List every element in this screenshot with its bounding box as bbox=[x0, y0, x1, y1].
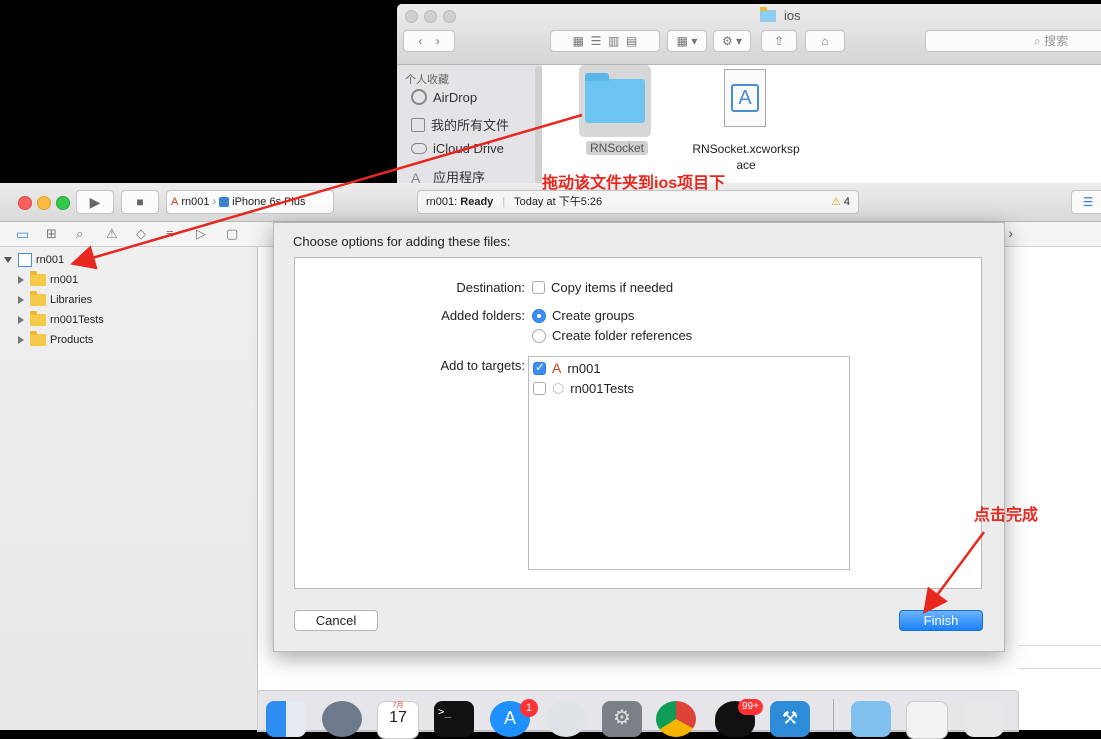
chrome-dock-icon[interactable] bbox=[656, 701, 696, 737]
app-store-badge: 1 bbox=[520, 699, 538, 717]
finish-hint-annotation: 点击完成 bbox=[974, 507, 1039, 524]
finish-arrow bbox=[923, 531, 986, 615]
downloads-folder-dock-icon[interactable] bbox=[851, 701, 891, 737]
finder-dock-icon[interactable] bbox=[266, 701, 306, 737]
documents-stack-dock-icon[interactable] bbox=[906, 701, 948, 739]
trash-dock-icon[interactable] bbox=[964, 701, 1004, 737]
calendar-day: 17 bbox=[389, 709, 407, 726]
annotation-arrows bbox=[70, 113, 986, 615]
launchpad-dock-icon[interactable] bbox=[322, 701, 362, 737]
xcode-dock-icon[interactable]: ⚒ bbox=[770, 701, 810, 737]
drag-arrow bbox=[70, 113, 583, 270]
system-preferences-dock-icon[interactable]: ⚙ bbox=[602, 701, 642, 737]
qq-badge: 99+ bbox=[738, 699, 763, 715]
dock: 7月 17 >_ A 1 ⚙ 99+ ⚒ bbox=[257, 690, 1019, 739]
dock-separator bbox=[833, 699, 834, 731]
calendar-dock-icon[interactable]: 7月 17 bbox=[377, 701, 419, 739]
terminal-dock-icon[interactable]: >_ bbox=[434, 701, 474, 737]
drag-hint-annotation: 拖动该文件夹到ios项目下 bbox=[542, 175, 726, 192]
disk-utility-dock-icon[interactable] bbox=[546, 701, 586, 737]
